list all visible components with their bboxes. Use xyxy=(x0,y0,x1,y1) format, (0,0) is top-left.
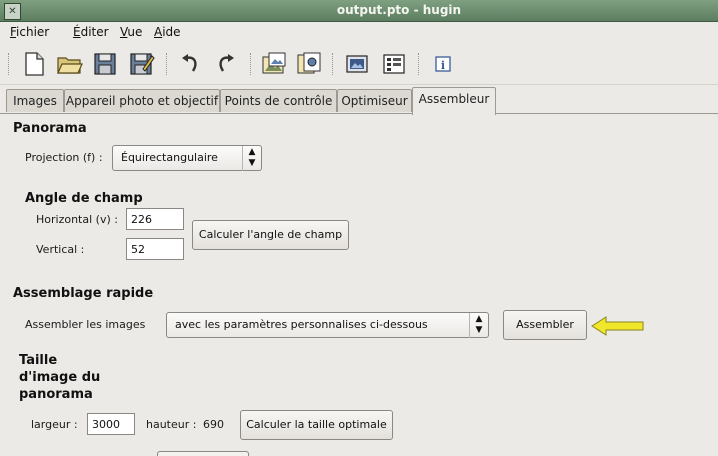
quick-stitch-heading: Assemblage rapide xyxy=(13,286,154,301)
menu-bar: Fichier Éditer Vue Aide xyxy=(0,22,718,42)
height-value: 690 xyxy=(203,418,224,431)
panorama-heading: Panorama xyxy=(13,121,87,136)
stitch-mode-value: avec les paramètres personnalises ci-des… xyxy=(175,318,428,331)
tab-optimizer[interactable]: Optimiseur xyxy=(337,89,412,112)
projection-select[interactable]: Équirectangulaire ▲ ▼ xyxy=(112,145,262,171)
menu-label: ide xyxy=(162,25,181,39)
menu-editer[interactable]: Éditer xyxy=(73,25,109,39)
save-as-icon[interactable] xyxy=(126,49,156,79)
menu-label: ue xyxy=(127,25,143,39)
svg-text:i: i xyxy=(441,59,445,72)
tab-underline xyxy=(0,113,718,114)
toolbar-separator xyxy=(166,53,169,75)
stitch-button[interactable]: Assembler xyxy=(503,310,587,340)
menu-vue[interactable]: Vue xyxy=(120,25,142,39)
add-series-icon[interactable] xyxy=(295,49,325,79)
preview-icon[interactable] xyxy=(342,49,372,79)
annotation-arrow-icon xyxy=(591,316,644,336)
toolbar-separator xyxy=(332,53,335,75)
tab-images[interactable]: Images xyxy=(6,89,64,112)
redo-icon[interactable] xyxy=(211,49,241,79)
horizontal-fov-label: Horizontal (v) : xyxy=(36,213,118,226)
info-icon[interactable]: i xyxy=(428,49,458,79)
toolbar: i xyxy=(0,44,718,85)
chevron-updown-icon: ▲ ▼ xyxy=(242,146,261,171)
menu-label: ichier xyxy=(16,25,50,39)
height-label: hauteur : xyxy=(146,418,197,431)
title-bar: ✕ output.pto - hugin xyxy=(0,0,718,22)
size-heading-line: Taille xyxy=(19,353,58,368)
projection-value: Équirectangulaire xyxy=(121,151,218,164)
calc-fov-button[interactable]: Calculer l'angle de champ xyxy=(192,220,349,250)
toolbar-separator xyxy=(8,53,11,75)
open-folder-icon[interactable] xyxy=(54,49,84,79)
size-heading-line: d'image du xyxy=(19,370,101,385)
menu-fichier[interactable]: Fichier xyxy=(10,25,49,39)
menu-mnemonic: É xyxy=(73,25,81,39)
width-input[interactable]: 3000 xyxy=(87,413,135,435)
tab-control-points[interactable]: Points de contrôle xyxy=(220,89,337,112)
fov-heading: Angle de champ xyxy=(25,191,143,206)
add-image-icon[interactable] xyxy=(259,49,289,79)
projection-label: Projection (f) : xyxy=(25,151,103,164)
window-title: output.pto - hugin xyxy=(336,3,462,17)
menu-mnemonic: A xyxy=(154,25,163,39)
toolbar-separator xyxy=(250,53,253,75)
tab-stitcher[interactable]: Assembleur xyxy=(412,87,496,115)
menu-label: diter xyxy=(80,25,109,39)
tab-camera-lens[interactable]: Appareil photo et objectif xyxy=(64,89,220,112)
new-file-icon[interactable] xyxy=(19,49,49,79)
size-heading: Taille d'image du panorama xyxy=(19,352,100,403)
optimize-icon[interactable] xyxy=(379,49,409,79)
vertical-fov-label: Vertical : xyxy=(36,243,85,256)
stitch-images-label: Assembler les images xyxy=(25,318,146,331)
vertical-fov-input[interactable]: 52 xyxy=(126,238,184,260)
toolbar-separator xyxy=(418,53,421,75)
width-label: largeur : xyxy=(31,418,78,431)
chevron-updown-icon: ▲ ▼ xyxy=(469,313,488,338)
horizontal-fov-input[interactable]: 226 xyxy=(126,208,184,230)
undo-icon[interactable] xyxy=(175,49,205,79)
save-icon[interactable] xyxy=(90,49,120,79)
menu-aide[interactable]: Aide xyxy=(154,25,181,39)
tab-bar: Images Appareil photo et objectif Points… xyxy=(0,87,718,115)
partial-bottom-control[interactable] xyxy=(157,451,249,456)
calc-optimal-size-button[interactable]: Calculer la taille optimale xyxy=(240,410,393,440)
stitch-mode-select[interactable]: avec les paramètres personnalises ci-des… xyxy=(166,312,489,338)
size-heading-line: panorama xyxy=(19,387,93,402)
